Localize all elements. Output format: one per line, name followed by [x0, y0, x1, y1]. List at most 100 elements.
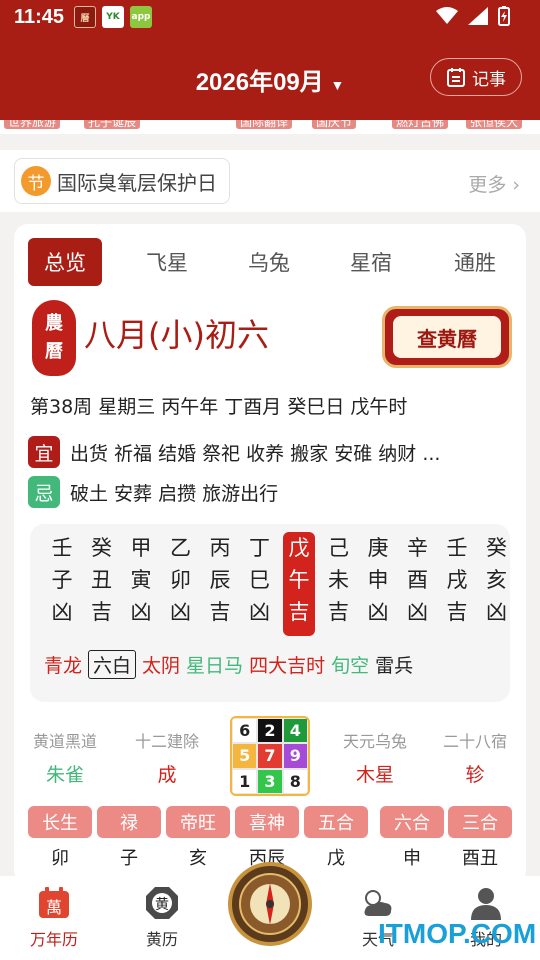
hour-zhi: 戌: [446, 568, 468, 592]
nav-calendar[interactable]: 萬 万年历: [14, 886, 94, 950]
memo-button[interactable]: 记事: [430, 58, 522, 96]
god-label: 太阴: [142, 655, 181, 677]
tag-diwang[interactable]: 帝旺亥: [166, 806, 230, 870]
yi-items: 出货 祈福 结婚 祭祀 收养 搬家 安碓 纳财 ...: [70, 442, 441, 465]
god-label: 四大吉时: [249, 655, 326, 677]
info-jianchu[interactable]: 十二建除 成: [124, 728, 210, 787]
hour-luck-grid: 壬子凶癸丑吉甲寅凶乙卯凶丙辰吉丁巳凶戊午吉己未吉庚申凶辛酉凶壬戌吉癸亥凶 青龙 …: [30, 524, 510, 702]
info-mansion[interactable]: 二十八宿 轸: [432, 728, 518, 787]
tag-lu[interactable]: 禄子: [97, 806, 161, 870]
tab-overview[interactable]: 总览: [28, 238, 102, 286]
lunar-seal: 農 曆: [32, 300, 76, 376]
tag-wuhe[interactable]: 五合戊: [304, 806, 368, 870]
tag-label: 长生: [28, 806, 92, 838]
hour-column[interactable]: 己未吉: [323, 532, 355, 636]
calendar-icon: 萬: [37, 886, 71, 920]
hour-zhi: 午: [288, 568, 310, 592]
nav-label: 万年历: [29, 930, 78, 949]
seal-text-bottom: 曆: [45, 341, 63, 362]
tag-value: 酉丑: [462, 848, 498, 869]
strip-item[interactable]: 世界旅游: [4, 120, 61, 129]
nav-almanac[interactable]: 黄 黄历: [122, 886, 202, 950]
info-label: 二十八宿: [442, 732, 507, 751]
status-time: 11:45: [14, 6, 65, 28]
hour-luck: 凶: [130, 600, 152, 624]
hour-column[interactable]: 壬戌吉: [441, 532, 473, 636]
hour-gan: 辛: [407, 536, 428, 560]
hour-column[interactable]: 癸丑吉: [86, 532, 118, 636]
hour-column[interactable]: 辛酉凶: [402, 532, 434, 636]
hour-luck: 凶: [407, 600, 428, 624]
info-value: 成: [157, 764, 177, 786]
ji-row[interactable]: 忌 破土 安葬 启攒 旅游出行: [28, 476, 278, 508]
god-label: 旬空: [331, 655, 370, 677]
festival-name: 国际臭氧层保护日: [57, 170, 217, 195]
check-almanac-button[interactable]: 查黄曆: [382, 306, 512, 368]
tag-value: 子: [120, 848, 138, 869]
nine-star-cell: 1: [232, 768, 258, 794]
god-label: 雷兵: [375, 655, 414, 677]
hour-column[interactable]: 庚申凶: [362, 532, 394, 636]
hour-column[interactable]: 甲寅凶: [125, 532, 157, 636]
notification-icons: 曆 YK app: [74, 6, 152, 28]
hour-luck: 凶: [51, 600, 73, 624]
tag-value: 戊: [327, 848, 345, 869]
strip-item[interactable]: 孔子诞辰: [84, 120, 141, 129]
nine-star-cell: 4: [282, 718, 308, 744]
yi-row[interactable]: 宜 出货 祈福 结婚 祭祀 收养 搬家 安碓 纳财 ...: [28, 436, 440, 468]
notepad-icon: [447, 68, 465, 87]
hour-gan: 丙: [209, 536, 231, 560]
hour-gan: 乙: [170, 536, 191, 560]
tag-sanhe[interactable]: 三合 酉丑: [448, 806, 512, 870]
hour-column[interactable]: 乙卯凶: [165, 532, 197, 636]
app-notification-icon: YK: [102, 6, 124, 28]
almanac-card: 总览 飞星 乌兔 星宿 通胜 農 曆 八月(小)初六 查黄曆 第38周 星期三 …: [14, 224, 526, 884]
hour-luck: 凶: [367, 600, 389, 624]
compass-button[interactable]: [228, 862, 312, 946]
bagua-icon: 黄: [145, 886, 179, 920]
hour-column[interactable]: 丁巳凶: [244, 532, 276, 636]
weather-icon: [361, 886, 395, 920]
tag-xishen[interactable]: 喜神 丙辰: [235, 806, 299, 870]
tag-liuhe[interactable]: 六合申: [380, 806, 444, 870]
tag-changsheng[interactable]: 长生卯: [28, 806, 92, 870]
info-label: 十二建除: [134, 732, 199, 751]
tab-mansion[interactable]: 星宿: [334, 238, 408, 286]
hour-column[interactable]: 壬子凶: [46, 532, 78, 636]
info-value: 朱雀: [45, 764, 84, 786]
hour-column[interactable]: 癸亥凶: [481, 532, 513, 636]
nine-star-cell: 5: [232, 743, 258, 769]
nav-label: 黄历: [145, 930, 178, 949]
more-link[interactable]: 更多 ›: [468, 170, 520, 197]
yi-badge: 宜: [28, 436, 60, 468]
watermark-text: ITMOP.COM: [378, 918, 537, 949]
chevron-down-icon: ▼: [330, 77, 345, 93]
memo-label: 记事: [472, 69, 506, 90]
hour-column[interactable]: 丙辰吉: [204, 532, 236, 636]
nine-star-grid[interactable]: 624579138: [230, 716, 310, 796]
tag-label: 帝旺: [166, 806, 230, 838]
festival-row: 节 国际臭氧层保护日 更多 ›: [0, 150, 540, 212]
nine-star-cell: 9: [282, 743, 308, 769]
tag-label: 六合: [380, 806, 444, 838]
info-huangdao[interactable]: 黄道黑道 朱雀: [22, 728, 108, 787]
seal-text-top: 農: [45, 313, 63, 334]
ji-badge: 忌: [28, 476, 60, 508]
calendar-strip: 世界旅游 孔子诞辰 国际翻译 国庆节 燃灯古佛 张恒侯大: [0, 120, 540, 134]
info-wutu[interactable]: 天元乌兔 木星: [332, 728, 418, 787]
tag-label: 禄: [97, 806, 161, 838]
strip-item[interactable]: 国庆节: [312, 120, 357, 129]
tab-tongsheng[interactable]: 通胜: [438, 238, 512, 286]
hour-gan: 壬: [446, 536, 468, 560]
god-label: 青龙: [44, 655, 83, 677]
hour-luck: 凶: [486, 600, 507, 624]
festival-chip[interactable]: 节 国际臭氧层保护日: [14, 158, 230, 204]
hour-luck: 吉: [209, 600, 231, 624]
tab-flying-star[interactable]: 飞星: [130, 238, 204, 286]
hour-column[interactable]: 戊午吉: [283, 532, 315, 636]
tab-wutu[interactable]: 乌兔: [232, 238, 306, 286]
hour-luck: 吉: [328, 600, 349, 624]
strip-item[interactable]: 国际翻译: [236, 120, 293, 129]
strip-item[interactable]: 燃灯古佛: [392, 120, 449, 129]
strip-item[interactable]: 张恒侯大: [466, 120, 523, 129]
